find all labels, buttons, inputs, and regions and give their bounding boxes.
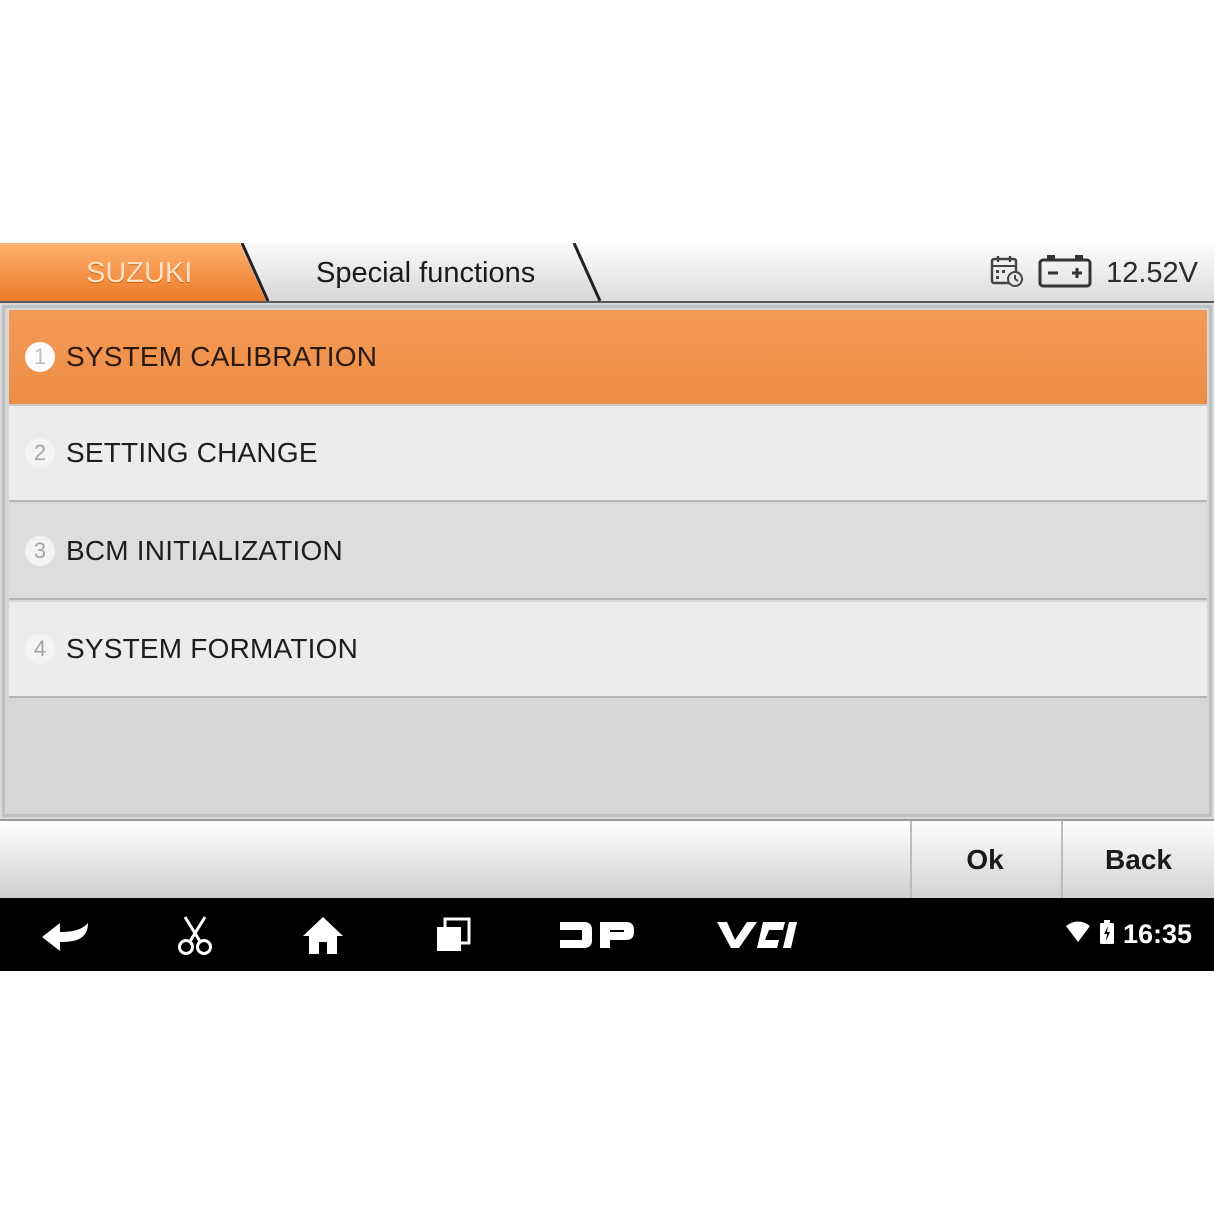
device-screen: SUZUKI Special functions 12.52V 1 SYSTEM… <box>0 243 1214 971</box>
menu-list: 1 SYSTEM CALIBRATION 2 SETTING CHANGE 3 … <box>2 305 1212 817</box>
back-button[interactable]: Back <box>1061 821 1214 899</box>
menu-item-bcm-initialization[interactable]: 3 BCM INITIALIZATION <box>9 504 1207 600</box>
dp-icon[interactable] <box>548 898 644 971</box>
menu-item-label: SYSTEM FORMATION <box>66 633 359 664</box>
voltage-readout: 12.52V <box>1106 256 1198 289</box>
status-indicators: 12.52V <box>990 243 1198 303</box>
back-arrow-icon[interactable] <box>30 898 100 971</box>
item-number-badge: 2 <box>25 438 55 468</box>
item-number-badge: 3 <box>25 536 55 566</box>
home-icon[interactable] <box>288 898 358 971</box>
calendar-clock-icon[interactable] <box>990 254 1024 293</box>
menu-item-system-formation[interactable]: 4 SYSTEM FORMATION <box>9 602 1207 698</box>
clock: 16:35 <box>1122 919 1192 949</box>
breadcrumb-brand[interactable]: SUZUKI <box>86 243 192 303</box>
status-area: 16:35 <box>1065 898 1192 971</box>
menu-item-setting-change[interactable]: 2 SETTING CHANGE <box>9 406 1207 502</box>
action-bar: Ok Back <box>0 819 1214 899</box>
system-navigation-bar: 16:35 <box>0 898 1214 971</box>
menu-item-label: BCM INITIALIZATION <box>66 535 343 566</box>
vci-icon[interactable] <box>706 898 806 971</box>
menu-item-system-calibration[interactable]: 1 SYSTEM CALIBRATION <box>9 310 1207 406</box>
item-number-badge: 1 <box>25 342 55 372</box>
scissors-icon[interactable] <box>160 898 230 971</box>
wifi-icon <box>1065 921 1091 948</box>
menu-item-label: SETTING CHANGE <box>66 437 318 468</box>
ok-button[interactable]: Ok <box>910 821 1058 899</box>
battery-icon <box>1038 253 1092 294</box>
item-number-badge: 4 <box>25 634 55 664</box>
battery-status-icon <box>1099 919 1115 950</box>
recent-apps-icon[interactable] <box>418 898 488 971</box>
menu-item-label: SYSTEM CALIBRATION <box>66 341 378 372</box>
header-bar: SUZUKI Special functions 12.52V <box>0 243 1214 303</box>
breadcrumb-page-title: Special functions <box>316 257 536 289</box>
